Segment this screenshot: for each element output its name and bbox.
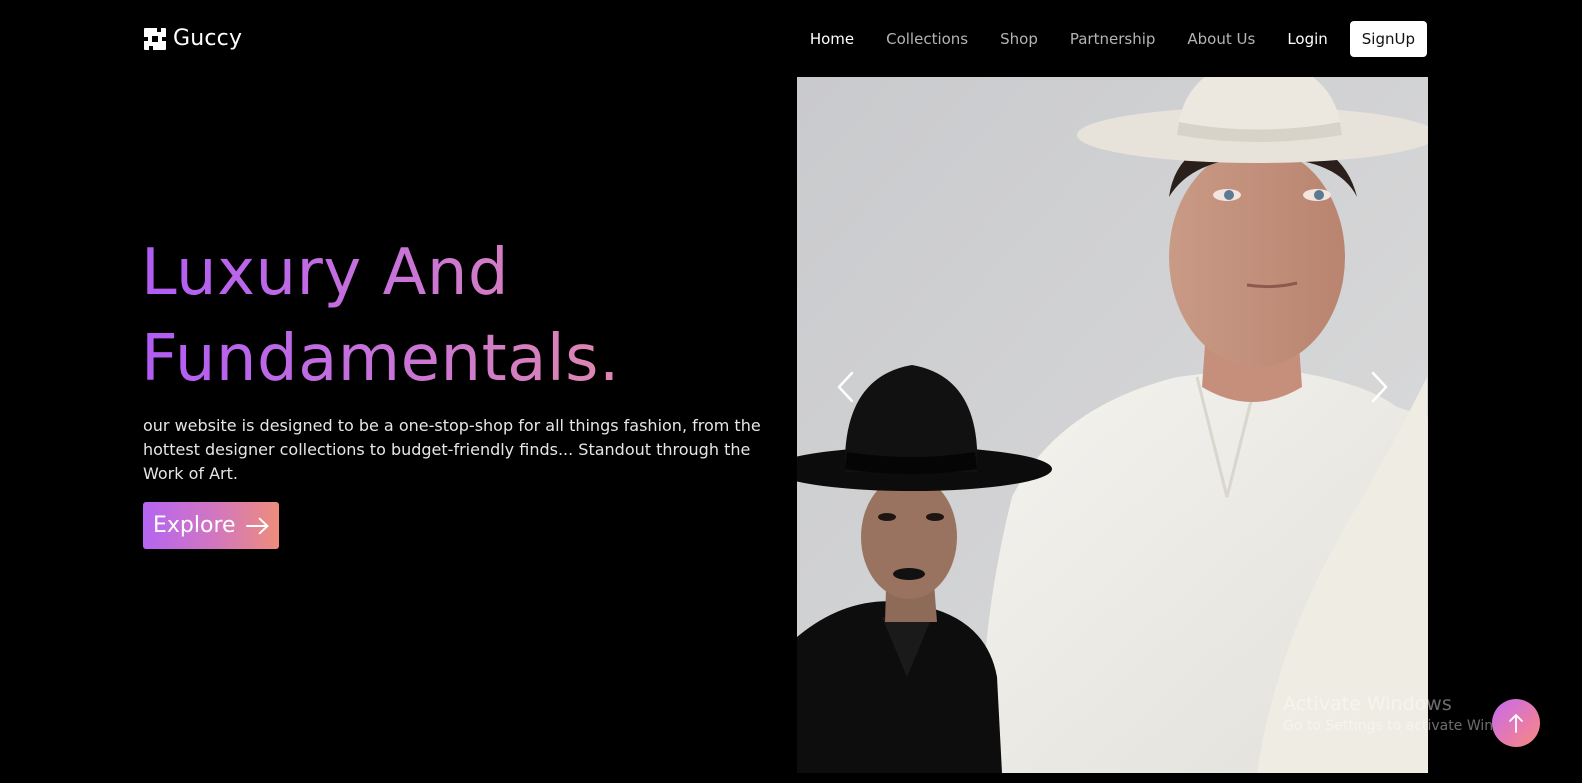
navbar: Guccy Home Collections Shop Partnership …: [0, 0, 1582, 78]
arrow-right-icon: [245, 517, 269, 534]
nav-link-shop[interactable]: Shop: [1000, 30, 1038, 48]
fashion-models-photo: [797, 77, 1428, 773]
hero-description: our website is designed to be a one-stop…: [143, 416, 761, 483]
hero-title-line-1: Luxury And: [141, 236, 510, 310]
carousel-next-button[interactable]: [1365, 369, 1393, 405]
signup-button[interactable]: SignUp: [1349, 21, 1427, 57]
scroll-to-top-button[interactable]: [1492, 699, 1540, 747]
nav-links: Home Collections Shop Partnership About …: [810, 21, 1427, 57]
brand-name: Guccy: [173, 26, 243, 51]
arrow-up-icon: [1509, 714, 1523, 733]
nav-link-partnership[interactable]: Partnership: [1070, 30, 1156, 48]
explore-button-label: Explore: [153, 513, 236, 538]
hero-title: Luxury And Fundamentals.: [141, 230, 701, 402]
cube-logo-icon: [144, 27, 166, 50]
nav-link-collections[interactable]: Collections: [886, 30, 968, 48]
page: Guccy Home Collections Shop Partnership …: [0, 0, 1582, 783]
brand-logo[interactable]: Guccy: [143, 26, 242, 51]
nav-link-about-us[interactable]: About Us: [1187, 30, 1255, 48]
hero-carousel: [797, 77, 1428, 773]
carousel-prev-button[interactable]: [832, 369, 860, 405]
hero-title-line-2: Fundamentals.: [141, 322, 620, 396]
chevron-left-icon: [837, 371, 854, 403]
login-link[interactable]: Login: [1287, 30, 1327, 48]
chevron-right-icon: [1371, 371, 1388, 403]
explore-button[interactable]: Explore: [143, 502, 279, 549]
nav-link-home[interactable]: Home: [810, 30, 854, 48]
